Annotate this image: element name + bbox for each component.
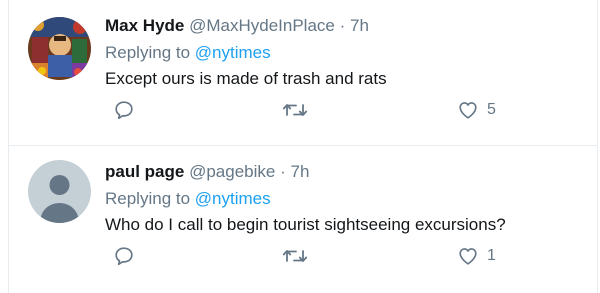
tweet-text: Who do I call to begin tourist sightseei… <box>105 215 506 234</box>
retweet-button[interactable] <box>282 241 308 271</box>
tweet-header: Max Hyde @MaxHydeInPlace · 7h <box>105 14 587 38</box>
display-name[interactable]: paul page <box>105 162 184 181</box>
reply-feed: Max Hyde @MaxHydeInPlace · 7h Replying t… <box>8 0 598 293</box>
heart-icon <box>459 102 477 119</box>
retweet-icon <box>282 250 308 262</box>
separator-dot: · <box>280 162 286 181</box>
reply-icon <box>115 247 133 266</box>
separator-dot: · <box>339 16 346 35</box>
tweet[interactable]: Max Hyde @MaxHydeInPlace · 7h Replying t… <box>9 0 597 146</box>
like-button[interactable]: 5 <box>457 95 496 125</box>
reply-icon <box>115 101 133 120</box>
like-count: 5 <box>487 101 496 118</box>
mention-link[interactable]: @nytimes <box>195 43 271 62</box>
tweet-text: Except ours is made of trash and rats <box>105 69 387 88</box>
mention-link[interactable]: @nytimes <box>195 189 271 208</box>
tweet-actions: 1 <box>105 241 585 271</box>
replying-to: Replying to @nytimes <box>105 40 587 66</box>
timestamp[interactable]: 7h <box>291 162 310 181</box>
replying-to-label: Replying to <box>105 43 191 62</box>
avatar[interactable] <box>28 17 91 80</box>
retweet-icon <box>282 104 308 116</box>
tweet-body: Max Hyde @MaxHydeInPlace · 7h Replying t… <box>105 14 587 92</box>
display-name[interactable]: Max Hyde <box>105 16 184 35</box>
default-profile-avatar-image <box>28 160 91 223</box>
tweet-body: paul page @pagebike · 7h Replying to @ny… <box>105 160 587 238</box>
reply-button[interactable] <box>113 95 135 125</box>
retweet-button[interactable] <box>282 95 308 125</box>
replying-to: Replying to @nytimes <box>105 186 587 212</box>
like-button[interactable]: 1 <box>457 241 496 271</box>
timestamp[interactable]: 7h <box>350 16 369 35</box>
replying-to-label: Replying to <box>105 189 191 208</box>
illustrated-avatar-image <box>28 17 91 80</box>
reply-button[interactable] <box>113 241 135 271</box>
heart-icon <box>459 248 477 265</box>
tweet-actions: 5 <box>105 95 585 125</box>
tweet[interactable]: paul page @pagebike · 7h Replying to @ny… <box>9 146 597 292</box>
user-handle[interactable]: @MaxHydeInPlace <box>189 16 335 35</box>
user-handle[interactable]: @pagebike <box>189 162 275 181</box>
like-count: 1 <box>487 247 496 264</box>
tweet-header: paul page @pagebike · 7h <box>105 160 587 184</box>
avatar[interactable] <box>28 160 91 223</box>
